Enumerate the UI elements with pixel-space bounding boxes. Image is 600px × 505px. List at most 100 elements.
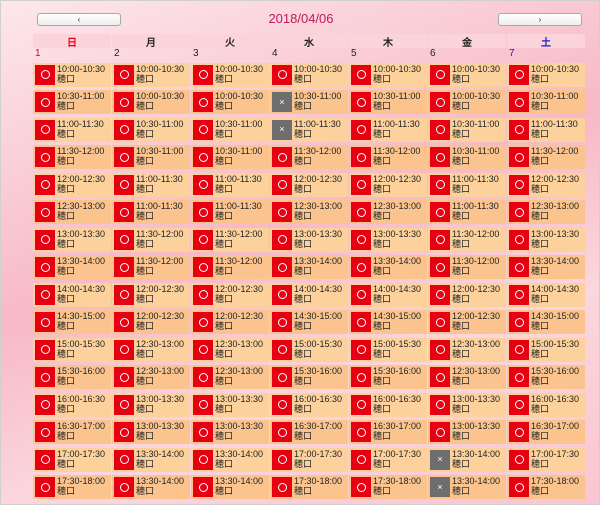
available-circle-icon[interactable] xyxy=(193,477,213,497)
time-slot[interactable]: 10:30-11:00 穂口 xyxy=(112,117,190,142)
time-slot[interactable]: 15:00-15:30 穂口 xyxy=(33,337,111,362)
available-circle-icon[interactable] xyxy=(351,229,371,250)
time-slot[interactable]: 12:30-13:00 穂口 xyxy=(507,200,585,224)
time-slot[interactable]: 10:00-10:30 穂口 xyxy=(112,62,190,87)
time-slot[interactable]: 10:30-11:00 穂口 xyxy=(33,90,111,114)
available-circle-icon[interactable] xyxy=(193,257,213,277)
available-circle-icon[interactable] xyxy=(114,422,134,442)
available-circle-icon[interactable] xyxy=(35,147,55,167)
available-circle-icon[interactable] xyxy=(193,394,213,415)
available-circle-icon[interactable] xyxy=(351,257,371,277)
available-circle-icon[interactable] xyxy=(351,422,371,442)
available-circle-icon[interactable] xyxy=(509,422,529,442)
available-circle-icon[interactable] xyxy=(35,257,55,277)
time-slot[interactable]: 12:30-13:00 穂口 xyxy=(349,200,427,224)
time-slot[interactable]: × 13:30-14:00 穂口 xyxy=(428,447,506,472)
time-slot[interactable]: 11:00-11:30 穂口 xyxy=(191,200,269,224)
available-circle-icon[interactable] xyxy=(193,284,213,305)
available-circle-icon[interactable] xyxy=(35,367,55,387)
time-slot[interactable]: 13:30-14:00 穂口 xyxy=(349,255,427,279)
time-slot[interactable]: 12:00-12:30 穂口 xyxy=(428,282,506,307)
available-circle-icon[interactable] xyxy=(509,339,529,360)
time-slot[interactable]: 11:30-12:00 穂口 xyxy=(428,227,506,252)
available-circle-icon[interactable] xyxy=(193,174,213,195)
time-slot[interactable]: 15:30-16:00 穂口 xyxy=(33,365,111,389)
time-slot[interactable]: 13:30-14:00 穂口 xyxy=(112,447,190,472)
available-circle-icon[interactable] xyxy=(351,367,371,387)
available-circle-icon[interactable] xyxy=(351,64,371,85)
available-circle-icon[interactable] xyxy=(272,284,292,305)
available-circle-icon[interactable] xyxy=(35,422,55,442)
time-slot[interactable]: 15:30-16:00 穂口 xyxy=(349,365,427,389)
available-circle-icon[interactable] xyxy=(351,174,371,195)
available-circle-icon[interactable] xyxy=(351,119,371,140)
time-slot[interactable]: 16:30-17:00 穂口 xyxy=(33,420,111,444)
time-slot[interactable]: 11:00-11:30 穂口 xyxy=(112,200,190,224)
time-slot[interactable]: 16:30-17:00 穂口 xyxy=(270,420,348,444)
available-circle-icon[interactable] xyxy=(509,367,529,387)
time-slot[interactable]: 11:30-12:00 穂口 xyxy=(428,255,506,279)
time-slot[interactable]: 13:00-13:30 穂口 xyxy=(270,227,348,252)
time-slot[interactable]: 16:30-17:00 穂口 xyxy=(507,420,585,444)
available-circle-icon[interactable] xyxy=(430,202,450,222)
time-slot[interactable]: 11:00-11:30 穂口 xyxy=(33,117,111,142)
available-circle-icon[interactable] xyxy=(430,229,450,250)
time-slot[interactable]: 13:30-14:00 穂口 xyxy=(191,447,269,472)
time-slot[interactable]: 13:00-13:30 穂口 xyxy=(112,392,190,417)
available-circle-icon[interactable] xyxy=(193,202,213,222)
available-circle-icon[interactable] xyxy=(272,394,292,415)
time-slot[interactable]: 16:00-16:30 穂口 xyxy=(270,392,348,417)
time-slot[interactable]: 14:30-15:00 穂口 xyxy=(33,310,111,334)
available-circle-icon[interactable] xyxy=(430,422,450,442)
time-slot[interactable]: 11:00-11:30 穂口 xyxy=(428,200,506,224)
available-circle-icon[interactable] xyxy=(35,284,55,305)
time-slot[interactable]: 11:00-11:30 穂口 xyxy=(507,117,585,142)
time-slot[interactable]: 12:30-13:00 穂口 xyxy=(428,337,506,362)
available-circle-icon[interactable] xyxy=(193,119,213,140)
available-circle-icon[interactable] xyxy=(114,64,134,85)
time-slot[interactable]: 12:00-12:30 穂口 xyxy=(112,310,190,334)
available-circle-icon[interactable] xyxy=(430,312,450,332)
time-slot[interactable]: × 11:00-11:30 穂口 xyxy=(270,117,348,142)
available-circle-icon[interactable] xyxy=(35,202,55,222)
time-slot[interactable]: 16:30-17:00 穂口 xyxy=(349,420,427,444)
available-circle-icon[interactable] xyxy=(430,174,450,195)
available-circle-icon[interactable] xyxy=(114,284,134,305)
available-circle-icon[interactable] xyxy=(272,174,292,195)
available-circle-icon[interactable] xyxy=(430,339,450,360)
time-slot[interactable]: 12:30-13:00 穂口 xyxy=(191,337,269,362)
available-circle-icon[interactable] xyxy=(509,449,529,470)
time-slot[interactable]: 11:30-12:00 穂口 xyxy=(33,145,111,169)
time-slot[interactable]: 10:00-10:30 穂口 xyxy=(33,62,111,87)
time-slot[interactable]: 10:00-10:30 穂口 xyxy=(112,90,190,114)
time-slot[interactable]: 17:30-18:00 穂口 xyxy=(270,475,348,499)
available-circle-icon[interactable] xyxy=(114,229,134,250)
available-circle-icon[interactable] xyxy=(114,92,134,112)
time-slot[interactable]: 13:00-13:30 穂口 xyxy=(33,227,111,252)
available-circle-icon[interactable] xyxy=(509,119,529,140)
time-slot[interactable]: 11:30-12:00 穂口 xyxy=(507,145,585,169)
time-slot[interactable]: 11:30-12:00 穂口 xyxy=(270,145,348,169)
time-slot[interactable]: 17:30-18:00 穂口 xyxy=(33,475,111,499)
available-circle-icon[interactable] xyxy=(272,449,292,470)
time-slot[interactable]: 12:30-13:00 穂口 xyxy=(33,200,111,224)
available-circle-icon[interactable] xyxy=(509,284,529,305)
available-circle-icon[interactable] xyxy=(430,119,450,140)
time-slot[interactable]: 11:00-11:30 穂口 xyxy=(112,172,190,197)
time-slot[interactable]: 10:30-11:00 穂口 xyxy=(191,145,269,169)
available-circle-icon[interactable] xyxy=(272,477,292,497)
time-slot[interactable]: 10:30-11:00 穂口 xyxy=(428,117,506,142)
available-circle-icon[interactable] xyxy=(509,394,529,415)
available-circle-icon[interactable] xyxy=(351,339,371,360)
time-slot[interactable]: 16:00-16:30 穂口 xyxy=(349,392,427,417)
available-circle-icon[interactable] xyxy=(509,229,529,250)
time-slot[interactable]: 15:30-16:00 穂口 xyxy=(507,365,585,389)
time-slot[interactable]: 10:30-11:00 穂口 xyxy=(428,145,506,169)
available-circle-icon[interactable] xyxy=(351,202,371,222)
available-circle-icon[interactable] xyxy=(114,449,134,470)
time-slot[interactable]: 13:00-13:30 穂口 xyxy=(428,420,506,444)
time-slot[interactable]: 10:00-10:30 穂口 xyxy=(191,90,269,114)
time-slot[interactable]: 13:00-13:30 穂口 xyxy=(428,392,506,417)
available-circle-icon[interactable] xyxy=(114,394,134,415)
time-slot[interactable]: 10:00-10:30 穂口 xyxy=(428,90,506,114)
